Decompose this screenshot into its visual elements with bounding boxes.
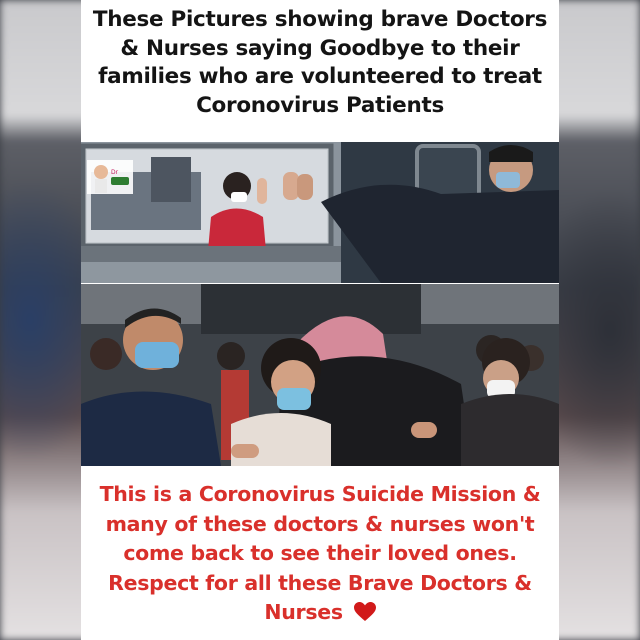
doctor-sticker: Dr (87, 160, 133, 194)
hugging-illustration (81, 284, 559, 466)
bottom-caption: This is a Coronovirus Suicide Mission & … (81, 480, 559, 628)
train-window-illustration: Dr (81, 142, 559, 283)
top-caption: These Pictures showing brave Doctors & N… (81, 6, 559, 120)
photo-hugging (81, 284, 559, 466)
bottom-caption-text: This is a Coronovirus Suicide Mission & … (99, 482, 541, 624)
top-caption-text: These Pictures showing brave Doctors & N… (92, 7, 548, 118)
svg-text:Dr: Dr (111, 169, 119, 176)
photo-train-window: Dr (81, 142, 559, 283)
heart-icon (353, 602, 376, 622)
post-card: These Pictures showing brave Doctors & N… (81, 0, 559, 640)
